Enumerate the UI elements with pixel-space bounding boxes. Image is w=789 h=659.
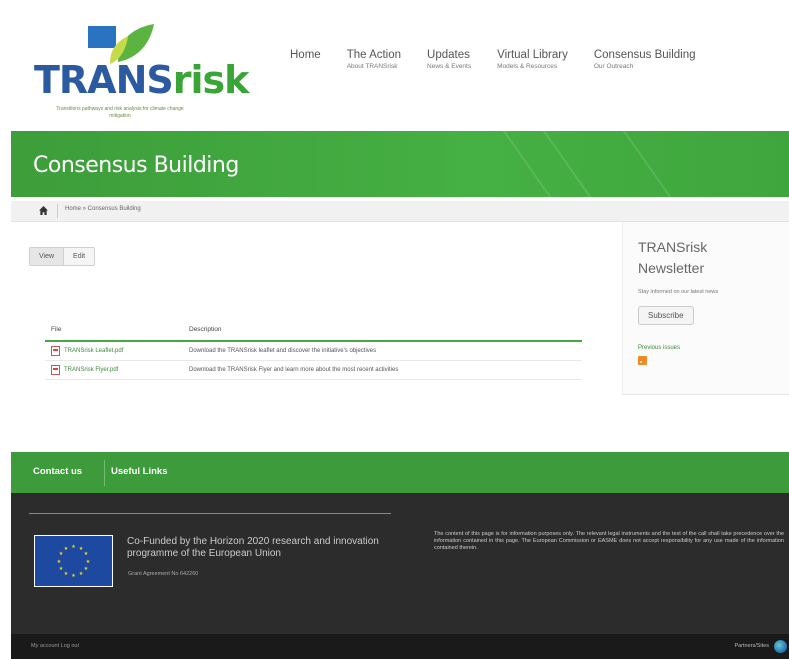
footer-rule <box>29 513 391 514</box>
nav-updates-label: Updates <box>427 49 470 61</box>
main-nav: Home The Action About TRANSrisk Updates … <box>290 48 722 71</box>
file-name: TRANSrisk Leaflet.pdf <box>64 348 124 354</box>
logo-text-trans: TRANS <box>34 58 174 102</box>
footer-divider <box>104 460 105 486</box>
nav-consensus-building[interactable]: Consensus Building Our Outreach <box>594 48 696 71</box>
home-icon[interactable] <box>39 206 48 215</box>
nav-consensus-building-label: Consensus Building <box>593 49 696 61</box>
logo-tagline: Transitions pathways and risk analysis f… <box>56 106 184 119</box>
partners-link[interactable]: Partners/Sites <box>734 643 769 649</box>
nav-the-action-label: The Action <box>346 49 402 61</box>
svg-text:★: ★ <box>86 559 91 565</box>
subscribe-button[interactable]: Subscribe <box>638 306 694 325</box>
legal-disclaimer: The content of this page is for informat… <box>434 531 784 551</box>
page: TRANSrisk Transitions pathways and risk … <box>0 0 789 659</box>
cofund-statement: Co-Funded by the Horizon 2020 research a… <box>127 536 379 559</box>
page-banner: Consensus Building <box>11 131 789 197</box>
banner-stripe <box>496 131 568 197</box>
useful-links-link[interactable]: Useful Links <box>111 466 168 477</box>
file-name: TRANSrisk Flyer.pdf <box>64 367 119 373</box>
svg-text:★: ★ <box>84 566 89 572</box>
file-description: Download the TRANSrisk Flyer and learn m… <box>189 367 399 373</box>
logo-text-risk: risk <box>172 58 250 102</box>
nav-updates-sub: News & Events <box>427 63 472 70</box>
breadcrumb: Home » Consensus Building <box>11 201 789 222</box>
newsletter-subtitle: Stay informed on our latest news <box>638 289 719 295</box>
pdf-icon <box>51 346 60 356</box>
nav-virtual-library[interactable]: Virtual Library Models & Resources <box>497 48 568 71</box>
nav-home[interactable]: Home <box>290 48 321 71</box>
tab-view[interactable]: View <box>30 248 65 265</box>
table-row: TRANSrisk Flyer.pdf Download the TRANSri… <box>45 361 582 380</box>
svg-text:★: ★ <box>57 559 62 565</box>
nav-updates[interactable]: Updates News & Events <box>427 48 471 71</box>
nav-the-action-sub: About TRANSrisk <box>346 63 398 70</box>
eu-flag-icon: ★ ★ ★ ★ ★ ★ ★ ★ ★ ★ ★ ★ <box>34 535 113 587</box>
file-description: Download the TRANSrisk leaflet and disco… <box>189 348 377 354</box>
svg-text:★: ★ <box>64 571 69 577</box>
previous-issues-link[interactable]: Previous issues <box>638 345 680 351</box>
nav-home-label: Home <box>290 49 321 61</box>
nav-virtual-library-label: Virtual Library <box>497 49 568 61</box>
nav-the-action[interactable]: The Action About TRANSrisk <box>347 48 401 71</box>
file-link[interactable]: TRANSrisk Leaflet.pdf <box>45 346 189 356</box>
banner-stripe <box>616 131 688 197</box>
breadcrumb-divider <box>57 204 58 218</box>
svg-text:★: ★ <box>71 573 76 579</box>
view-edit-tabs: View Edit <box>29 247 96 266</box>
svg-text:★: ★ <box>79 571 84 577</box>
grant-agreement: Grant Agreement No 642260 <box>128 571 199 577</box>
nav-consensus-building-sub: Our Outreach <box>593 63 634 70</box>
account-links[interactable]: My account Log out <box>31 643 79 649</box>
table-header: File Description <box>45 318 582 342</box>
bottom-bar: My account Log out Partners/Sites <box>11 634 789 659</box>
contact-us-link[interactable]: Contact us <box>33 466 82 477</box>
transrisk-logo[interactable]: TRANSrisk Transitions pathways and risk … <box>30 18 249 126</box>
footer: ★ ★ ★ ★ ★ ★ ★ ★ ★ ★ ★ ★ Co-Funded by the Horizon… <box>11 493 789 634</box>
column-header-file: File <box>51 325 62 333</box>
table-row: TRANSrisk Leaflet.pdf Download the TRANS… <box>45 342 582 361</box>
column-header-description: Description <box>189 325 222 333</box>
svg-text:★: ★ <box>64 546 69 552</box>
file-link[interactable]: TRANSrisk Flyer.pdf <box>45 365 189 375</box>
breadcrumb-text[interactable]: Home » Consensus Building <box>65 206 141 212</box>
svg-text:★: ★ <box>59 566 64 572</box>
globe-icon[interactable] <box>774 640 787 653</box>
svg-text:★: ★ <box>71 544 76 550</box>
tab-edit[interactable]: Edit <box>64 248 94 265</box>
logo-wordmark: TRANSrisk <box>34 58 250 102</box>
page-title: Consensus Building <box>33 153 239 178</box>
newsletter-sidebar: TRANSrisk Newsletter Stay informed on ou… <box>622 222 789 395</box>
newsletter-title: TRANSrisk Newsletter <box>638 239 708 276</box>
site-header: TRANSrisk Transitions pathways and risk … <box>0 0 789 132</box>
files-table: File Description TRANSrisk Leaflet.pdf D… <box>45 318 582 380</box>
banner-stripe <box>536 131 608 197</box>
footer-links-bar: Contact us Useful Links <box>11 452 789 493</box>
svg-text:★: ★ <box>84 551 89 557</box>
pdf-icon <box>51 365 60 375</box>
rss-icon[interactable] <box>638 356 647 365</box>
eu-stars-icon: ★ ★★ ★★★ ★★★ ★★★ <box>57 544 91 579</box>
nav-virtual-library-sub: Models & Resources <box>497 63 558 70</box>
